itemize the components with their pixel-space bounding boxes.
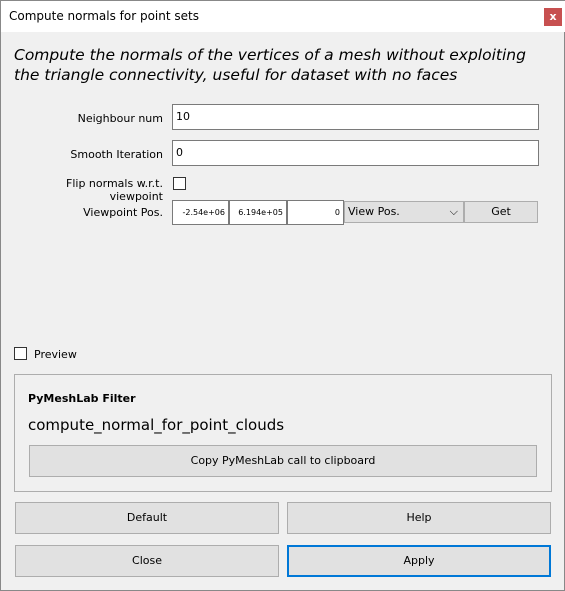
flip-normals-checkbox[interactable] — [173, 177, 186, 190]
filter-description: Compute the normals of the vertices of a… — [14, 46, 526, 84]
view-pos-value: View Pos. — [348, 205, 400, 218]
title-bar: Compute normals for point sets x — [1, 1, 565, 32]
viewpoint-z-input[interactable]: 0 — [287, 200, 344, 225]
neighbour-num-input[interactable]: 10 — [172, 104, 539, 130]
preview-label: Preview — [34, 348, 77, 361]
view-pos-select[interactable]: View Pos. ⌵ — [344, 201, 464, 223]
copy-pymeshlab-button[interactable]: Copy PyMeshLab call to clipboard — [29, 445, 537, 477]
pymeshlab-group: PyMeshLab Filter compute_normal_for_poin… — [14, 374, 552, 492]
default-button[interactable]: Default — [15, 502, 279, 534]
neighbour-num-label: Neighbour num — [77, 112, 163, 125]
flip-normals-label: Flip normals w.r.t. viewpoint — [66, 177, 163, 203]
smooth-iteration-label: Smooth Iteration — [70, 148, 163, 161]
viewpoint-pos-label: Viewpoint Pos. — [83, 206, 163, 219]
pymeshlab-heading: PyMeshLab Filter — [28, 392, 136, 405]
window-title: Compute normals for point sets — [9, 9, 199, 23]
close-button[interactable]: Close — [15, 545, 279, 577]
pymeshlab-function-name: compute_normal_for_point_clouds — [28, 416, 285, 434]
get-button[interactable]: Get — [464, 201, 538, 223]
close-window-button[interactable]: x — [544, 8, 562, 26]
preview-checkbox[interactable] — [14, 347, 27, 360]
apply-button[interactable]: Apply — [287, 545, 551, 577]
smooth-iteration-input[interactable]: 0 — [172, 140, 539, 166]
chevron-down-icon: ⌵ — [449, 205, 458, 218]
help-button[interactable]: Help — [287, 502, 551, 534]
viewpoint-x-input[interactable]: -2.54e+06 — [172, 200, 229, 225]
viewpoint-y-input[interactable]: 6.194e+05 — [229, 200, 287, 225]
